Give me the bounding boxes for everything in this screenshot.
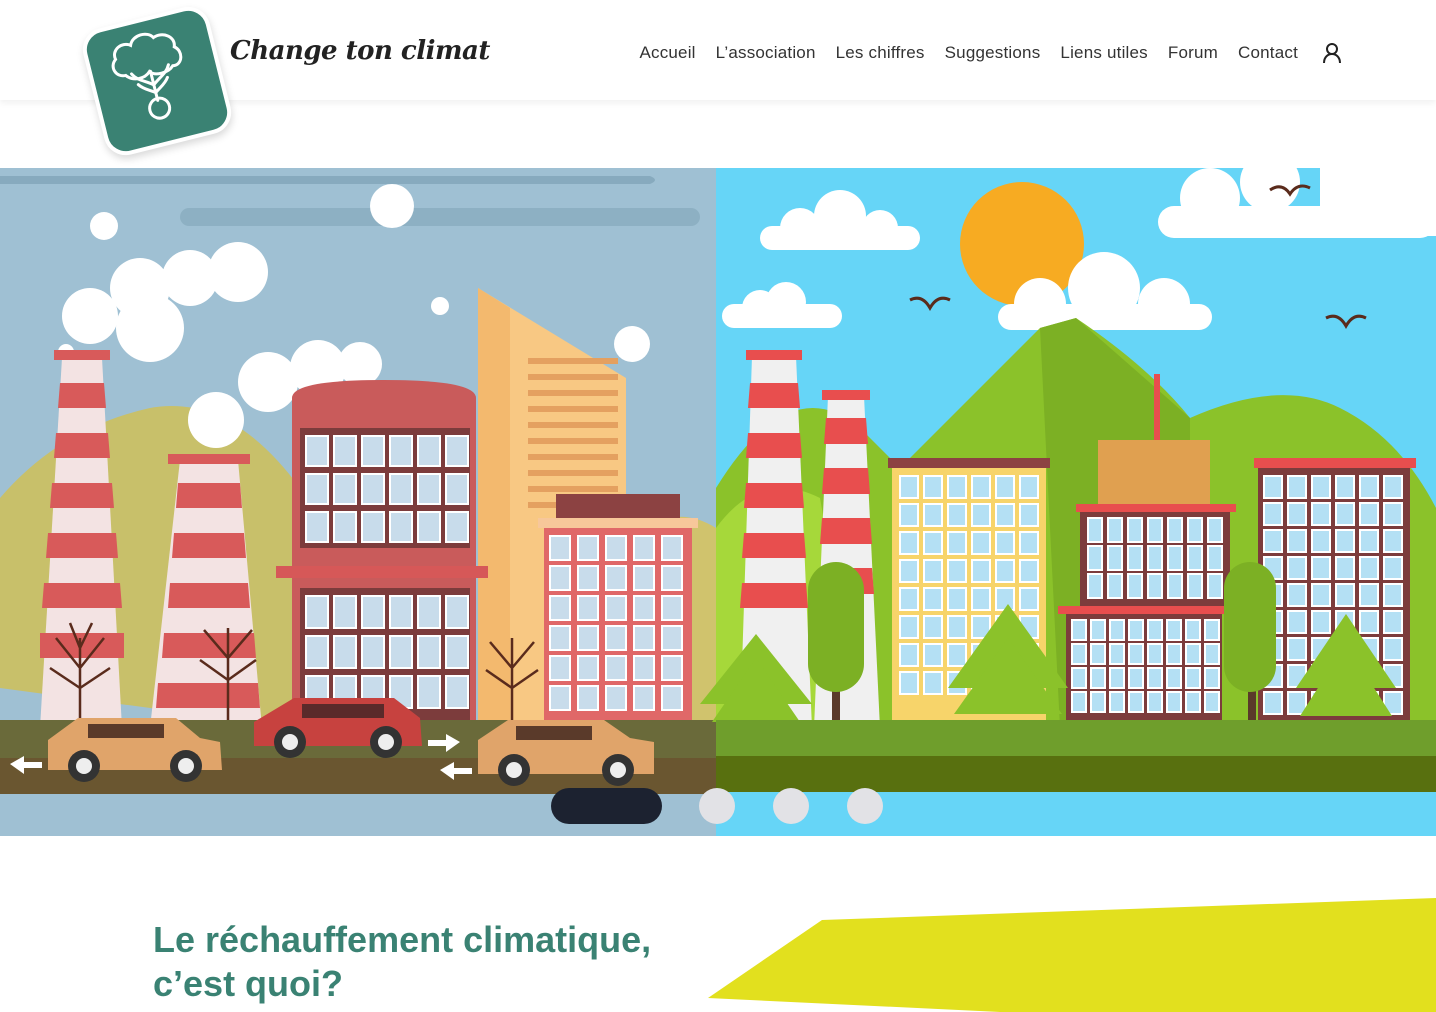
section-title-line1: Le réchauffement climatique,	[153, 919, 652, 960]
nav-item-chiffres[interactable]: Les chiffres	[836, 43, 925, 63]
nav-item-contact[interactable]: Contact	[1238, 43, 1298, 63]
nav-item-suggestions[interactable]: Suggestions	[945, 43, 1041, 63]
carousel-dot[interactable]	[699, 788, 735, 824]
nav-item-forum[interactable]: Forum	[1168, 43, 1218, 63]
tree-logo-icon	[111, 32, 183, 120]
nav-item-accueil[interactable]: Accueil	[639, 43, 695, 63]
carousel-dot[interactable]	[847, 788, 883, 824]
section-title-line2: c’est quoi?	[153, 963, 344, 1004]
carousel-pagination	[0, 788, 1436, 824]
brand-name[interactable]: Change ton climat	[230, 36, 490, 66]
nav-item-association[interactable]: L’association	[716, 43, 816, 63]
carousel-dot-active[interactable]	[551, 788, 662, 824]
main-nav: Accueil L’association Les chiffres Sugge…	[639, 42, 1342, 64]
nav-item-liens-utiles[interactable]: Liens utiles	[1060, 43, 1147, 63]
carousel-dot[interactable]	[773, 788, 809, 824]
yellow-accent-shape	[708, 898, 1436, 1012]
user-icon[interactable]	[1322, 42, 1342, 64]
section-title: Le réchauffement climatique, c’est quoi?	[153, 918, 651, 1006]
